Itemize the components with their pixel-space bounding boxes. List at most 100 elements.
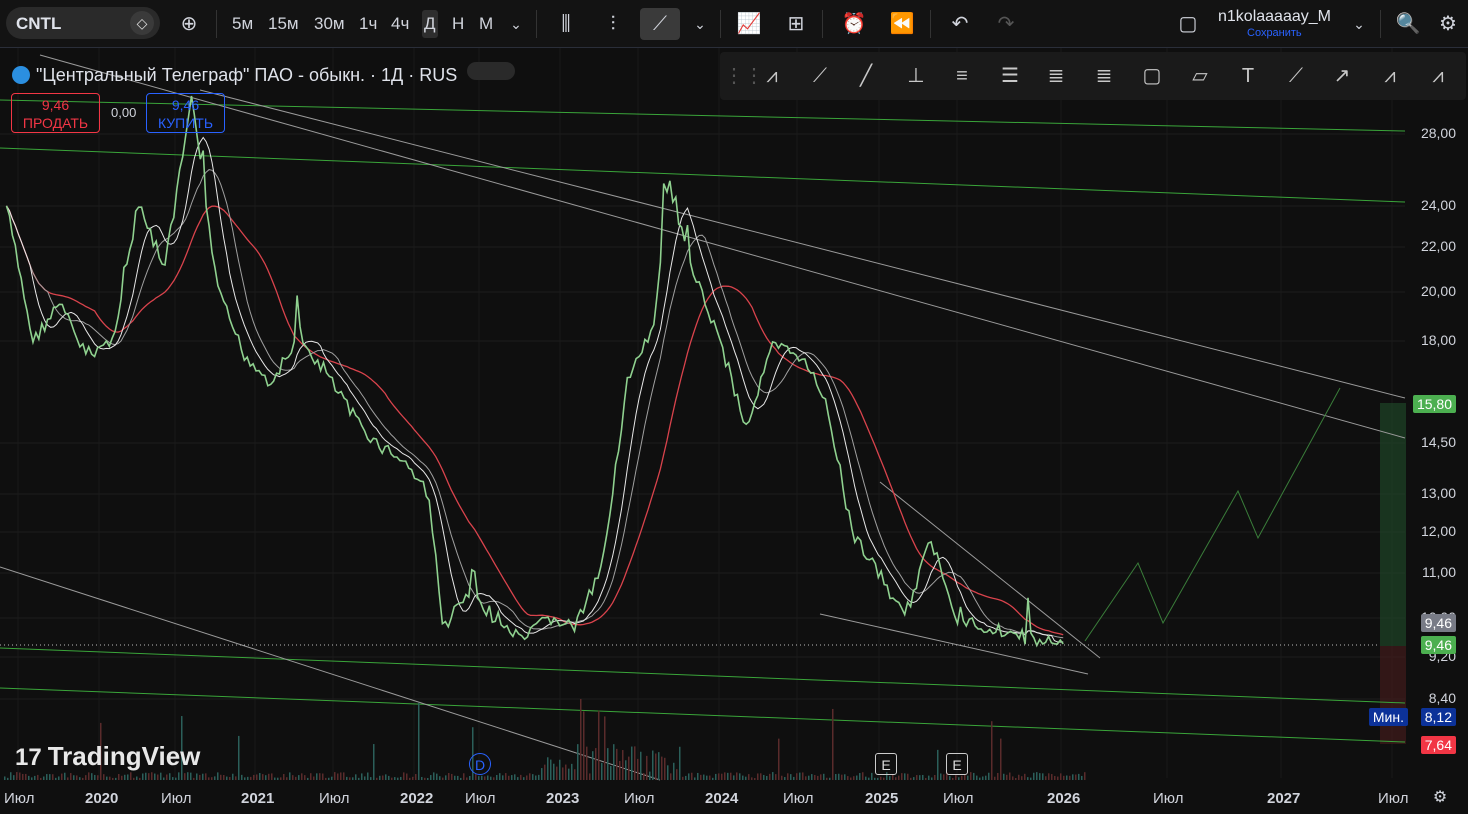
brush-icon[interactable]: ▱ [1182,60,1218,92]
redo-icon[interactable]: ↷ [990,8,1022,40]
volume-bar [25,773,27,780]
chevron-down-icon[interactable]: ⌄ [684,8,716,40]
volume-bar [22,773,24,780]
user-name[interactable]: n1kolaaaaay_M [1218,8,1331,26]
volume-bar [634,746,636,780]
volume-bar [358,777,360,780]
timeframe-1h[interactable]: 1ч [359,10,377,38]
volume-bar [787,773,789,780]
volume-bar [916,775,918,780]
fib-retracement-icon[interactable]: ≣ [1038,60,1074,92]
volume-bar [1027,777,1029,780]
timeframe-4h[interactable]: 4ч [391,10,409,38]
volume-bar [1012,776,1014,780]
volume-bar [568,768,570,780]
volume-bar [793,776,795,780]
volume-bar [556,766,558,780]
timeframe-week[interactable]: Н [452,10,464,38]
volume-bar [97,775,99,780]
alert-icon[interactable]: ⏰ [838,8,870,40]
volume-bar [760,773,762,780]
volume-bar [1063,775,1065,780]
chevron-down-icon[interactable]: ⌄ [1343,8,1375,40]
vertical-measure-icon[interactable]: ⊥ [898,60,934,92]
x-tick-label: 2025 [865,790,899,807]
rectangle-icon[interactable]: ▢ [1134,60,1170,92]
dividend-event-icon[interactable]: D [469,753,491,775]
volume-bar [157,774,159,780]
volume-bar [106,776,108,780]
volume-bar [928,775,930,780]
volume-bar [943,774,945,780]
volume-bar [511,775,513,780]
volume-bar [493,777,495,780]
fib-extension-icon[interactable]: ≣ [1086,60,1122,92]
timeframe-day[interactable]: Д [422,10,438,38]
timeframe-30m[interactable]: 30м [314,10,345,38]
volume-bar [985,775,987,780]
separator [216,10,217,38]
volume-bar [328,777,330,780]
elliott-wave-icon[interactable]: ⩘ [1372,60,1408,92]
layout-grid-icon[interactable]: ⊞ [780,8,812,40]
buy-button[interactable]: 9,46 КУПИТЬ [146,93,225,133]
volume-bar [688,773,690,780]
drag-handle-icon[interactable]: ⋮⋮ [724,60,764,92]
volume-bar [409,777,411,780]
volume-bar [1036,772,1038,780]
volume-bar [355,774,357,780]
abc-pattern-icon[interactable]: ⩘ [754,60,790,92]
volume-bar [610,766,612,780]
trend-line-icon[interactable]: ⟋ [802,60,838,92]
add-symbol-icon[interactable]: ⊕ [173,8,205,40]
regression-icon[interactable]: ☰ [992,60,1028,92]
volume-bar [883,777,885,780]
chevron-down-icon[interactable]: ⌄ [500,8,532,40]
parallel-channel-icon[interactable]: ≡ [944,60,980,92]
volume-bar [1033,772,1035,780]
settings-icon[interactable]: ⚙ [1432,8,1464,40]
indicators-icon[interactable]: 📈 [733,8,765,40]
undo-icon[interactable]: ↶ [944,8,976,40]
volume-bar [1045,776,1047,780]
volume-bar [850,777,852,780]
timeframe-month[interactable]: М [479,10,493,38]
sell-button[interactable]: 9,46 ПРОДАТЬ [11,93,100,133]
volume-bar [652,750,654,780]
volume-bar [442,777,444,780]
earnings-event-icon[interactable]: E [875,753,897,775]
line-chart-icon[interactable]: ⟋ [640,8,680,40]
separator [1380,10,1381,38]
settings-icon[interactable]: ⚙ [1424,782,1456,814]
earnings-event-icon[interactable]: E [946,753,968,775]
symbol-label: CNTL [16,14,62,33]
price-chart[interactable] [0,48,1468,813]
replay-icon[interactable]: ⏪ [886,8,918,40]
timeframe-15m[interactable]: 15м [268,10,299,38]
volume-bar [385,774,387,780]
volume-bar [31,777,33,780]
symbol-search[interactable]: CNTL ◇ [6,7,160,39]
save-link[interactable]: Сохранить [1247,27,1302,39]
volume-bar [1009,772,1011,780]
bars-icon[interactable]: ⫶ [597,8,629,40]
timeframe-5m[interactable]: 5м [232,10,253,38]
diamond-icon[interactable]: ◇ [130,11,154,35]
path-icon[interactable]: ⟋ [1278,60,1314,92]
abcde-pattern-icon[interactable]: ⩘ [1420,60,1456,92]
x-tick-label: Июл [943,790,974,807]
quick-search-icon[interactable]: 🔍 [1392,8,1424,40]
ray-icon[interactable]: ╱ [848,60,884,92]
volume-bar [1051,774,1053,780]
x-tick-label: 2027 [1267,790,1301,807]
candles-icon[interactable]: ⫼ [550,8,582,40]
volume-bar [1030,777,1032,780]
text-icon[interactable]: T [1230,60,1266,92]
arrow-icon[interactable]: ↗ [1324,60,1360,92]
legend-toggle[interactable] [467,62,516,80]
layout-square-icon[interactable]: ▢ [1172,8,1204,40]
volume-bar [466,777,468,780]
volume-bar [133,777,135,780]
stop-zone [1380,646,1406,744]
volume-bar [982,776,984,780]
